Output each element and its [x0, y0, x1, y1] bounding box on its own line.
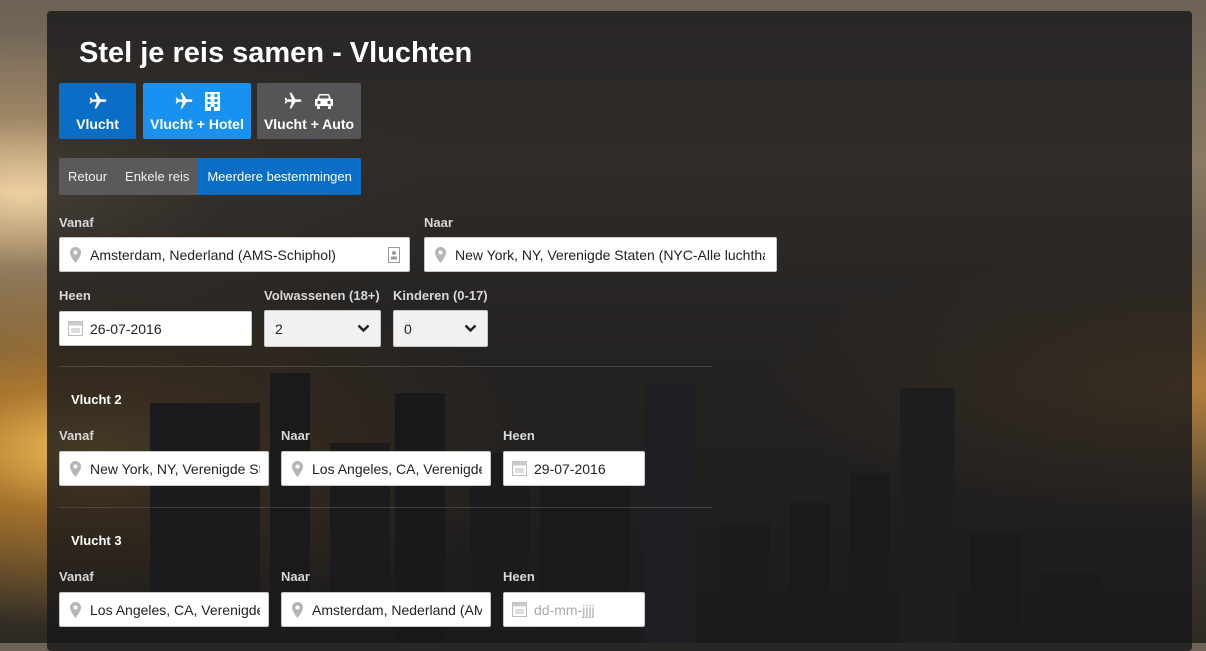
chevron-down-icon: [464, 324, 477, 333]
plane-icon: [175, 92, 192, 109]
flight-car-button[interactable]: Vlucht + Auto: [257, 83, 361, 139]
flight2-from-value: New York, NY, Verenigde Staten: [90, 460, 260, 477]
adults-select[interactable]: 2: [264, 310, 381, 347]
flight-only-label: Vlucht: [76, 116, 119, 132]
location-pin-icon: [60, 460, 90, 477]
adults-label: Volwassenen (18+): [264, 288, 380, 303]
contact-card-icon: [388, 247, 400, 268]
page-title: Stel je reis samen - Vluchten: [79, 37, 473, 69]
flight-hotel-label: Vlucht + Hotel: [150, 116, 244, 132]
flight3-depart-placeholder: dd-mm-jjjj: [534, 601, 595, 618]
flight1-to-input[interactable]: New York, NY, Verenigde Staten (NYC-Alle…: [424, 237, 777, 272]
flight2-heading: Vlucht 2: [71, 392, 122, 407]
flight1-from-label: Vanaf: [59, 215, 94, 230]
search-panel: Stel je reis samen - Vluchten Vlucht Vlu…: [47, 11, 1192, 651]
section-divider: [59, 507, 712, 508]
flight1-depart-date-input[interactable]: 26-07-2016: [59, 311, 252, 346]
flight2-from-input[interactable]: New York, NY, Verenigde Staten: [59, 451, 269, 486]
flight2-to-label: Naar: [281, 428, 310, 443]
flight2-from-label: Vanaf: [59, 428, 94, 443]
building-icon: [204, 92, 220, 111]
flight3-depart-date-input[interactable]: dd-mm-jjjj: [503, 592, 645, 627]
flight-hotel-button[interactable]: Vlucht + Hotel: [143, 83, 251, 139]
calendar-icon: [504, 461, 534, 476]
flight1-to-value: New York, NY, Verenigde Staten (NYC-Alle…: [455, 246, 765, 263]
children-select[interactable]: 0: [393, 310, 488, 347]
section-divider: [59, 366, 712, 367]
chevron-down-icon: [357, 324, 370, 333]
tab-one-way[interactable]: Enkele reis: [116, 158, 199, 195]
flight3-to-value: Amsterdam, Nederland (AMS-Schiphol): [312, 601, 482, 618]
trip-type-tabs: Retour Enkele reis Meerdere bestemmingen: [59, 158, 361, 195]
tab-retour[interactable]: Retour: [59, 158, 117, 195]
children-value: 0: [404, 320, 412, 337]
flight2-depart-date-input[interactable]: 29-07-2016: [503, 451, 645, 486]
flight3-from-label: Vanaf: [59, 569, 94, 584]
location-pin-icon: [60, 246, 90, 263]
flight2-to-value: Los Angeles, CA, Verenigde Staten: [312, 460, 482, 477]
location-pin-icon: [282, 601, 312, 618]
car-icon: [315, 94, 333, 109]
flight1-to-label: Naar: [424, 215, 453, 230]
flight2-depart-label: Heen: [503, 428, 535, 443]
flight1-depart-value: 26-07-2016: [90, 320, 162, 337]
flight-only-button[interactable]: Vlucht: [59, 83, 136, 139]
flight1-depart-label: Heen: [59, 288, 91, 303]
adults-value: 2: [275, 320, 283, 337]
flight3-from-value: Los Angeles, CA, Verenigde Staten: [90, 601, 260, 618]
calendar-icon: [60, 321, 90, 336]
plane-icon: [89, 92, 106, 109]
flight3-to-input[interactable]: Amsterdam, Nederland (AMS-Schiphol): [281, 592, 491, 627]
flight1-from-value: Amsterdam, Nederland (AMS-Schiphol): [90, 246, 336, 263]
plane-icon: [284, 92, 302, 109]
flight2-depart-value: 29-07-2016: [534, 460, 606, 477]
flight2-to-input[interactable]: Los Angeles, CA, Verenigde Staten: [281, 451, 491, 486]
flight3-from-input[interactable]: Los Angeles, CA, Verenigde Staten: [59, 592, 269, 627]
flight3-depart-label: Heen: [503, 569, 535, 584]
flight3-to-label: Naar: [281, 569, 310, 584]
flight1-from-input[interactable]: Amsterdam, Nederland (AMS-Schiphol): [59, 237, 410, 272]
tab-multi-city[interactable]: Meerdere bestemmingen: [198, 158, 361, 195]
location-pin-icon: [282, 460, 312, 477]
calendar-icon: [504, 602, 534, 617]
flight3-heading: Vlucht 3: [71, 533, 122, 548]
children-label: Kinderen (0-17): [393, 288, 488, 303]
location-pin-icon: [60, 601, 90, 618]
location-pin-icon: [425, 246, 455, 263]
flight-car-label: Vlucht + Auto: [263, 116, 355, 132]
